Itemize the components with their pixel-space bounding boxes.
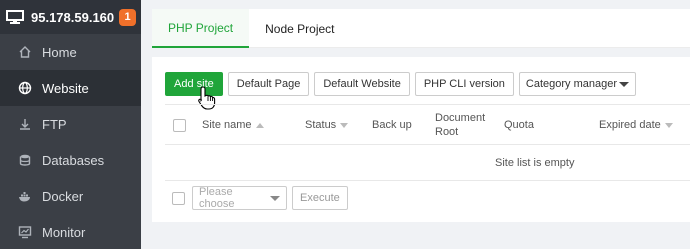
column-document-root-line2: Root <box>435 126 459 138</box>
sidebar: 95.178.59.160 1 Home Website FTP Databas… <box>0 0 141 249</box>
select-all-checkbox[interactable] <box>173 118 186 132</box>
sort-desc-icon <box>664 122 673 128</box>
sidebar-item-home[interactable]: Home <box>0 34 141 70</box>
column-quota-label: Quota <box>504 119 534 131</box>
tab-node-project[interactable]: Node Project <box>249 9 350 48</box>
main-content: PHP Project Node Project Add site Defaul… <box>141 0 690 249</box>
project-tabs: PHP Project Node Project <box>152 9 690 48</box>
server-ip: 95.178.59.160 <box>31 9 115 25</box>
column-backup: Back up <box>372 105 412 145</box>
table-header: Site name Status Back up Document Root Qu… <box>165 105 690 145</box>
chevron-down-icon <box>618 81 629 87</box>
site-table: Site name Status Back up Document Root Qu… <box>165 104 690 181</box>
batch-action-select[interactable]: Please choose <box>192 186 287 210</box>
category-manager-label: Category manager <box>525 78 618 90</box>
sidebar-item-databases[interactable]: Databases <box>0 142 141 178</box>
php-cli-version-button[interactable]: PHP CLI version <box>414 72 514 96</box>
sort-desc-icon <box>340 122 349 128</box>
column-status[interactable]: Status <box>305 105 349 145</box>
tab-php-project[interactable]: PHP Project <box>152 9 250 48</box>
column-document-root: Document Root <box>435 105 485 145</box>
sort-asc-icon <box>255 122 264 128</box>
sidebar-item-label: Home <box>42 44 77 60</box>
sidebar-item-monitor[interactable]: Monitor <box>0 214 141 249</box>
column-site-name-label: Site name <box>202 119 252 131</box>
globe-icon <box>18 81 32 95</box>
default-website-button[interactable]: Default Website <box>314 72 410 96</box>
select-all-cell <box>173 105 186 145</box>
default-page-button[interactable]: Default Page <box>227 72 310 96</box>
batch-actions: Please choose Execute <box>172 186 348 210</box>
column-expired-date[interactable]: Expired date <box>599 105 673 145</box>
home-icon <box>18 45 32 59</box>
site-panel: Add site Default Page Default Website PH… <box>152 57 690 222</box>
batch-select-checkbox[interactable] <box>172 191 185 205</box>
column-expired-date-label: Expired date <box>599 119 661 131</box>
sidebar-item-ftp[interactable]: FTP <box>0 106 141 142</box>
chevron-down-icon <box>270 195 280 201</box>
toolbar: Add site Default Page Default Website PH… <box>165 72 641 96</box>
server-monitor-icon <box>6 10 24 24</box>
sidebar-item-label: Website <box>42 80 89 96</box>
server-header: 95.178.59.160 1 <box>0 0 141 34</box>
column-status-label: Status <box>305 119 337 131</box>
sidebar-item-docker[interactable]: Docker <box>0 178 141 214</box>
ftp-icon <box>18 117 32 131</box>
docker-icon <box>18 189 32 203</box>
database-icon <box>18 153 32 167</box>
category-manager-select[interactable]: Category manager <box>518 72 636 96</box>
sidebar-item-website[interactable]: Website <box>0 70 141 106</box>
column-document-root-label: Document Root <box>435 111 485 139</box>
sidebar-item-label: FTP <box>42 116 67 132</box>
sidebar-item-label: Monitor <box>42 224 86 240</box>
execute-button[interactable]: Execute <box>292 186 348 210</box>
empty-state: Site list is empty <box>165 145 690 181</box>
sidebar-item-label: Docker <box>42 188 84 204</box>
monitor-chart-icon <box>18 225 32 239</box>
column-backup-label: Back up <box>372 119 412 131</box>
notification-badge[interactable]: 1 <box>119 8 136 26</box>
batch-action-placeholder: Please choose <box>199 186 235 210</box>
column-document-root-line1: Document <box>435 112 486 124</box>
sidebar-item-label: Databases <box>42 152 105 168</box>
column-quota: Quota <box>504 105 534 145</box>
column-site-name[interactable]: Site name <box>202 105 264 145</box>
